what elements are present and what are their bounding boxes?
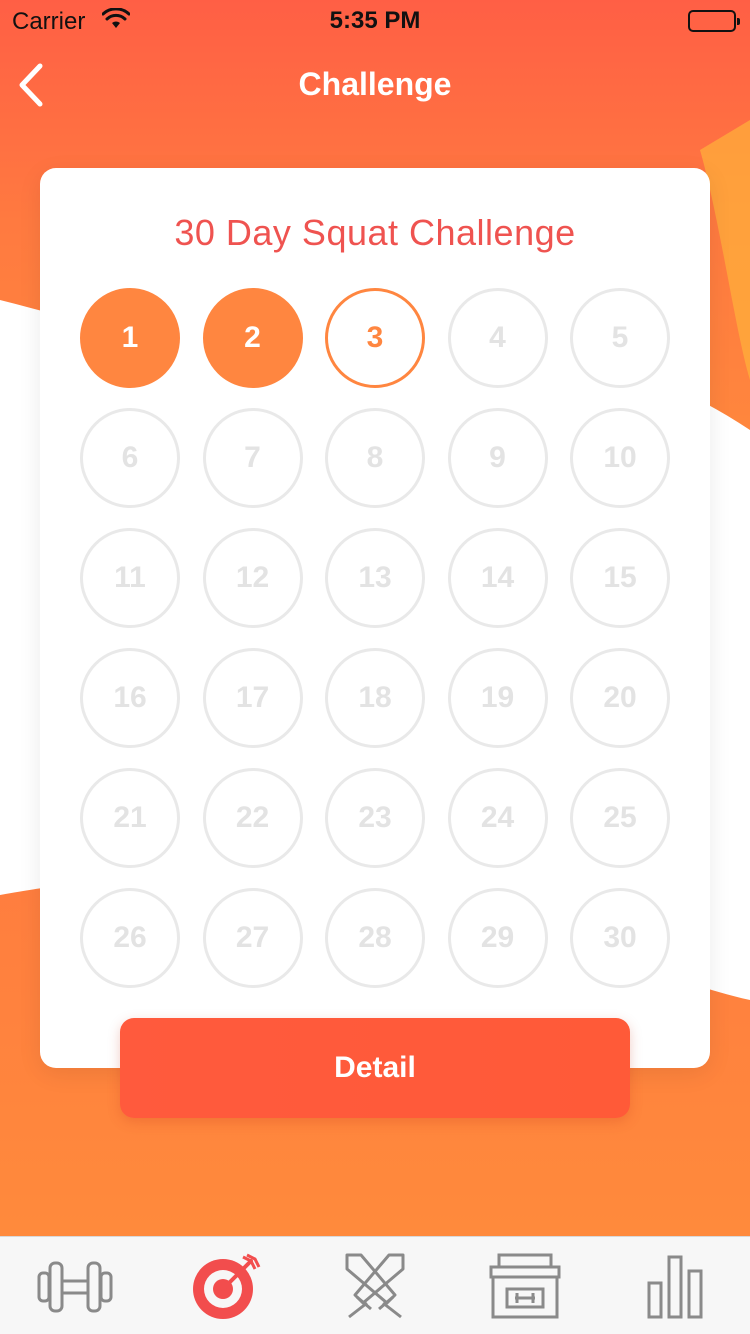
tab-challenge[interactable]	[180, 1247, 270, 1325]
day-circle-1[interactable]: 1	[80, 288, 180, 388]
status-time: 5:35 PM	[329, 7, 421, 34]
status-bar: Carrier 5:35 PM	[0, 0, 750, 40]
day-circle-25[interactable]: 25	[570, 768, 670, 868]
day-circle-21[interactable]: 21	[80, 768, 180, 868]
tab-workouts[interactable]	[30, 1247, 120, 1325]
day-circle-3[interactable]: 3	[325, 288, 425, 388]
day-circle-2[interactable]: 2	[202, 288, 303, 388]
day-circle-13[interactable]: 13	[325, 528, 425, 628]
page-title: Challenge	[298, 66, 452, 102]
bar-chart-icon	[647, 1255, 703, 1319]
challenge-card: 30 Day Squat Challenge 1 2 3 4 5 6 7 8 9 10 11 12 13…	[40, 168, 710, 1068]
tab-battle[interactable]	[330, 1247, 420, 1325]
detail-button[interactable]: Detail	[120, 1018, 630, 1118]
day-circle-8[interactable]: 8	[325, 408, 425, 508]
day-circle-24[interactable]: 24	[447, 768, 548, 868]
day-circle-23[interactable]: 23	[325, 768, 425, 868]
day-grid: 1 2 3 4 5 6 7 8 9 10 11 12 13 14 15 16 17 18 19 20 21 22 23 24 2…	[80, 288, 670, 988]
battery-icon	[688, 10, 740, 32]
day-circle-26[interactable]: 26	[80, 888, 180, 988]
day-circle-30[interactable]: 30	[570, 888, 670, 988]
day-circle-17[interactable]: 17	[202, 648, 303, 748]
dumbbell-icon	[37, 1261, 113, 1313]
day-circle-20[interactable]: 20	[570, 648, 670, 748]
gym-store-icon	[489, 1253, 561, 1319]
day-circle-10[interactable]: 10	[570, 408, 670, 508]
day-circle-12[interactable]: 12	[202, 528, 303, 628]
day-circle-18[interactable]: 18	[325, 648, 425, 748]
challenge-title: 30 Day Squat Challenge	[174, 212, 576, 253]
day-circle-7[interactable]: 7	[202, 408, 303, 508]
day-circle-16[interactable]: 16	[80, 648, 180, 748]
day-circle-11[interactable]: 11	[80, 528, 180, 628]
day-circle-6[interactable]: 6	[80, 408, 180, 508]
day-circle-14[interactable]: 14	[447, 528, 548, 628]
day-circle-19[interactable]: 19	[447, 648, 548, 748]
day-circle-5[interactable]: 5	[570, 288, 670, 388]
day-circle-4[interactable]: 4	[447, 288, 548, 388]
day-circle-27[interactable]: 27	[202, 888, 303, 988]
day-circle-9[interactable]: 9	[447, 408, 548, 508]
day-circle-29[interactable]: 29	[447, 888, 548, 988]
tab-stats[interactable]	[630, 1247, 720, 1325]
tab-bar	[0, 1236, 750, 1334]
day-circle-22[interactable]: 22	[202, 768, 303, 868]
crossed-swords-icon	[345, 1253, 405, 1319]
day-circle-15[interactable]: 15	[570, 528, 670, 628]
day-circle-28[interactable]: 28	[325, 888, 425, 988]
target-icon	[193, 1253, 261, 1319]
tab-gym[interactable]	[480, 1247, 570, 1325]
